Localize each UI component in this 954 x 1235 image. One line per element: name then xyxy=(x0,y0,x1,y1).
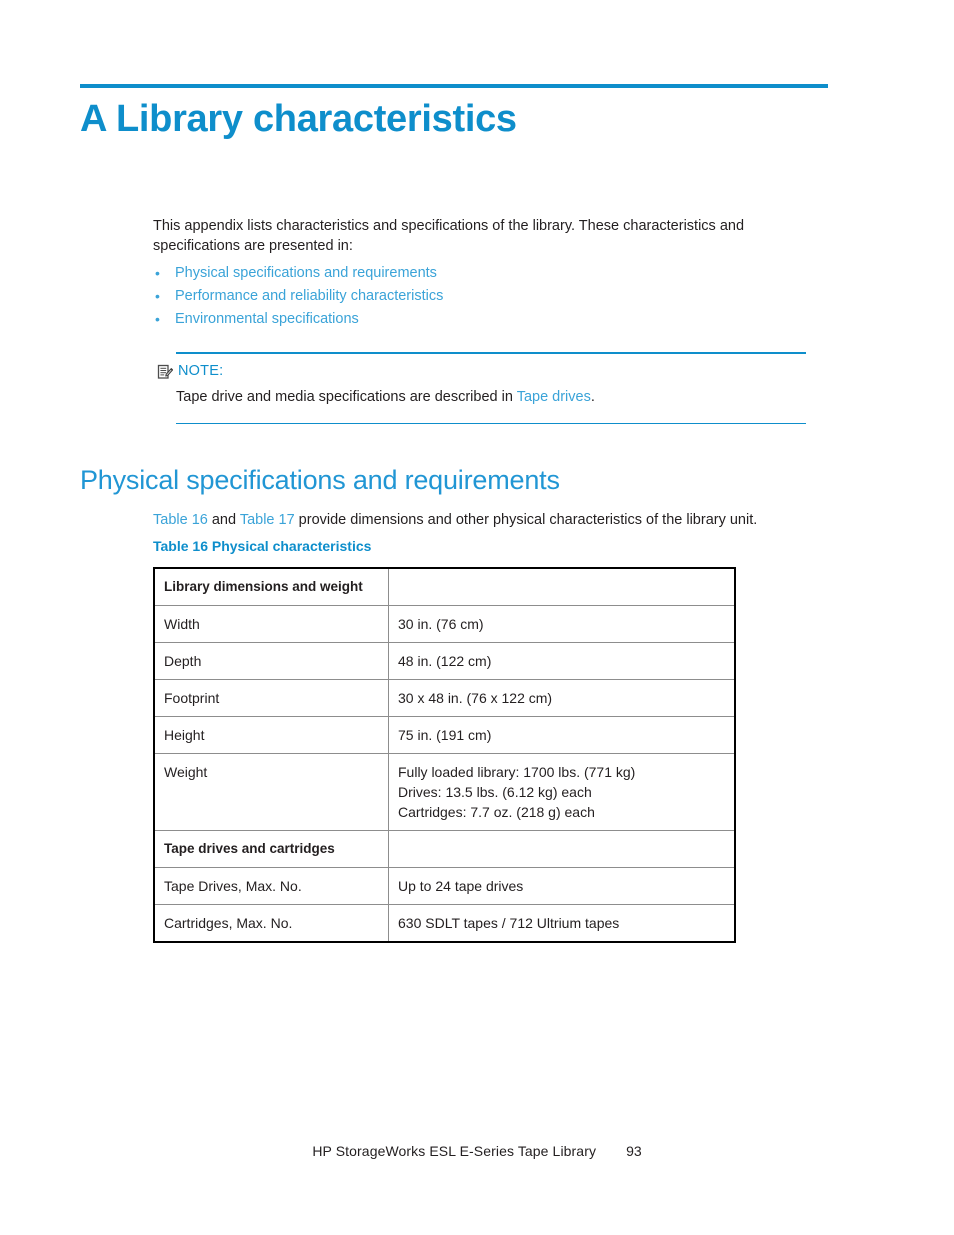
section-heading-physical-specifications: Physical specifications and requirements xyxy=(80,465,560,495)
table-row: Tape Drives, Max. No. Up to 24 tape driv… xyxy=(153,867,736,905)
table-row: Library dimensions and weight xyxy=(153,567,736,606)
table-row: Height 75 in. (191 cm) xyxy=(153,716,736,754)
note-label: NOTE: xyxy=(178,362,224,379)
link-physical-specifications[interactable]: Physical specifications and requirements xyxy=(175,263,437,284)
list-item: • Environmental specifications xyxy=(153,309,773,332)
table-cell-value xyxy=(388,830,736,868)
note-body: Tape drive and media specifications are … xyxy=(176,387,806,407)
note-admonition: NOTE: Tape drive and media specification… xyxy=(157,352,806,425)
table-row: Width 30 in. (76 cm) xyxy=(153,605,736,643)
table-cell-line: Drives: 13.5 lbs. (6.12 kg) each xyxy=(398,784,592,800)
table-cell-label: Height xyxy=(153,716,389,754)
table-cell-line: Cartridges: 7.7 oz. (218 g) each xyxy=(398,804,595,820)
note-header: NOTE: xyxy=(157,363,806,379)
document-page: A Library characteristics This appendix … xyxy=(0,0,954,1235)
note-top-rule xyxy=(176,352,806,354)
physical-characteristics-table: Library dimensions and weight Width 30 i… xyxy=(153,567,736,943)
table-cell-value: 30 x 48 in. (76 x 122 cm) xyxy=(388,679,736,717)
list-item: • Physical specifications and requiremen… xyxy=(153,263,773,286)
lead-conjunction: and xyxy=(207,512,240,528)
table-cell-label: Library dimensions and weight xyxy=(153,567,389,606)
note-pencil-icon xyxy=(157,364,174,380)
page-footer: HP StorageWorks ESL E-Series Tape Librar… xyxy=(0,1143,954,1159)
intro-paragraph: This appendix lists characteristics and … xyxy=(153,218,745,254)
link-environmental-specifications[interactable]: Environmental specifications xyxy=(175,309,359,330)
note-body-text: Tape drive and media specifications are … xyxy=(176,388,517,405)
link-tape-drives[interactable]: Tape drives xyxy=(517,389,591,405)
table-row: Cartridges, Max. No. 630 SDLT tapes / 71… xyxy=(153,904,736,943)
note-body-period: . xyxy=(590,388,595,405)
table-row: Tape drives and cartridges xyxy=(153,830,736,868)
page-number: 93 xyxy=(626,1143,642,1159)
table-cell-value: 630 SDLT tapes / 712 Ultrium tapes xyxy=(388,904,736,943)
bullet-dot-icon: • xyxy=(155,265,160,281)
table-cell-label: Width xyxy=(153,605,389,643)
table-cell-label: Tape Drives, Max. No. xyxy=(153,867,389,905)
table-cell-value: 48 in. (122 cm) xyxy=(388,642,736,680)
table-cell-label: Footprint xyxy=(153,679,389,717)
table-lead-in-text: Table 16 and Table 17 provide dimensions… xyxy=(153,510,813,530)
table-cell-label: Weight xyxy=(153,753,389,831)
header-rule xyxy=(80,84,828,88)
table-cell-value: 30 in. (76 cm) xyxy=(388,605,736,643)
table-cell-label: Cartridges, Max. No. xyxy=(153,904,389,943)
footer-product-name: HP StorageWorks ESL E-Series Tape Librar… xyxy=(312,1143,597,1159)
table-row: Depth 48 in. (122 cm) xyxy=(153,642,736,680)
link-table-17[interactable]: Table 17 xyxy=(240,512,295,528)
table-row: Footprint 30 x 48 in. (76 x 122 cm) xyxy=(153,679,736,717)
bullet-dot-icon: • xyxy=(155,311,160,327)
table-cell-label: Tape drives and cartridges xyxy=(153,830,389,868)
page-title: A Library characteristics xyxy=(80,98,517,140)
note-bottom-rule xyxy=(176,422,806,425)
list-item: • Performance and reliability characteri… xyxy=(153,286,773,309)
bullet-dot-icon: • xyxy=(155,288,160,304)
table-cell-value xyxy=(388,567,736,606)
table-cell-value: Up to 24 tape drives xyxy=(388,867,736,905)
table-row: Weight Fully loaded library: 1700 lbs. (… xyxy=(153,753,736,831)
table-caption: Table 16 Physical characteristics xyxy=(153,538,372,554)
table-cell-line: Fully loaded library: 1700 lbs. (771 kg) xyxy=(398,764,636,780)
bullet-list: • Physical specifications and requiremen… xyxy=(153,263,773,332)
table-cell-label: Depth xyxy=(153,642,389,680)
table-cell-value: 75 in. (191 cm) xyxy=(388,716,736,754)
link-table-16[interactable]: Table 16 xyxy=(153,512,208,528)
table-cell-value-multiline: Fully loaded library: 1700 lbs. (771 kg)… xyxy=(388,753,736,831)
lead-remainder: provide dimensions and other physical ch… xyxy=(294,512,758,528)
link-performance-reliability[interactable]: Performance and reliability characterist… xyxy=(175,286,443,307)
